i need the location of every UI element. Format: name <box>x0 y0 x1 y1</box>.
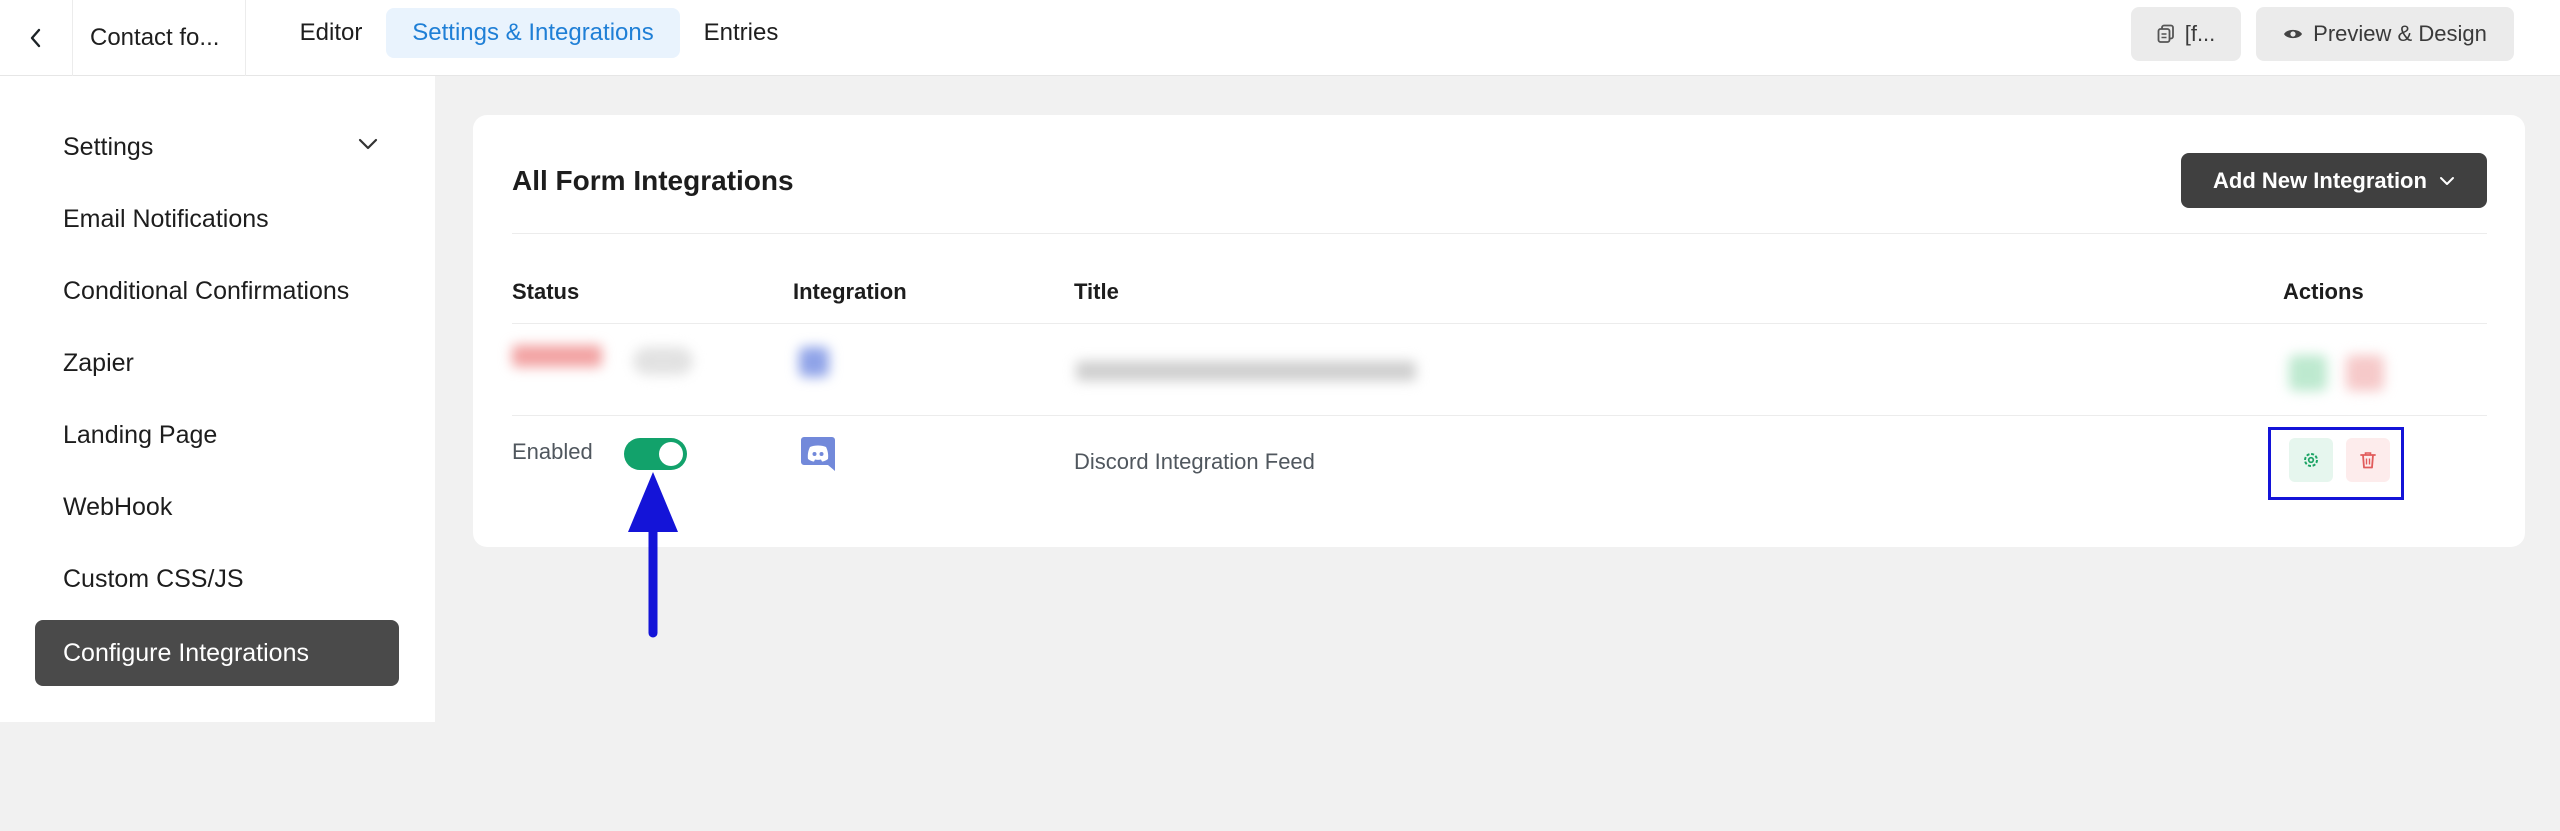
form-name: Contact fo... <box>74 0 246 76</box>
add-new-integration-label: Add New Integration <box>2213 167 2427 193</box>
tab-settings-integrations[interactable]: Settings & Integrations <box>386 8 680 58</box>
integrations-card: All Form Integrations Add New Integratio… <box>473 115 2525 547</box>
column-header-actions: Actions <box>2283 279 2364 304</box>
back-button[interactable] <box>0 0 73 76</box>
sidebar-item-email-notifications[interactable]: Email Notifications <box>35 186 399 252</box>
status-toggle[interactable] <box>624 438 687 470</box>
sidebar-item-label: Settings <box>63 132 154 161</box>
copy-icon <box>2157 24 2174 43</box>
annotation-arrow-icon <box>628 472 678 638</box>
blurred-title <box>1076 361 1416 381</box>
toggle-knob <box>659 442 683 466</box>
preview-design-label: Preview & Design <box>2313 21 2487 46</box>
shortcode-label: [f... <box>2184 21 2216 46</box>
sidebar-item-conditional-confirmations[interactable]: Conditional Confirmations <box>35 258 399 324</box>
chevron-down-icon <box>2439 176 2454 185</box>
divider <box>512 415 2487 416</box>
top-bar: Contact fo... Editor Settings & Integrat… <box>0 0 2560 76</box>
blurred-status <box>512 345 602 367</box>
blurred-action <box>2289 355 2327 391</box>
column-header-status: Status <box>512 279 580 304</box>
eye-icon <box>2284 29 2303 39</box>
actions-highlight-box <box>2268 427 2404 500</box>
divider <box>512 233 2487 234</box>
shortcode-button[interactable]: [f... <box>2131 7 2241 61</box>
sidebar-item-configure-integrations[interactable]: Configure Integrations <box>35 620 399 686</box>
discord-icon <box>801 437 835 471</box>
sidebar-item-zapier[interactable]: Zapier <box>35 330 399 396</box>
add-new-integration-button[interactable]: Add New Integration <box>2181 153 2487 208</box>
settings-sidebar: Settings Email Notifications Conditional… <box>0 76 435 722</box>
column-header-integration: Integration <box>793 279 907 304</box>
tab-editor[interactable]: Editor <box>282 8 380 58</box>
sidebar-item-settings[interactable]: Settings <box>35 114 399 180</box>
blurred-toggle <box>633 347 693 375</box>
integration-title: Discord Integration Feed <box>1074 449 1315 474</box>
page-title: All Form Integrations <box>512 165 794 196</box>
blurred-icon <box>799 347 829 377</box>
divider <box>512 323 2487 324</box>
status-label: Enabled <box>512 439 593 464</box>
preview-design-button[interactable]: Preview & Design <box>2256 7 2514 61</box>
tab-entries[interactable]: Entries <box>690 8 792 58</box>
blurred-action <box>2346 355 2384 391</box>
sidebar-item-landing-page[interactable]: Landing Page <box>35 402 399 468</box>
chevron-down-icon <box>358 138 378 150</box>
sidebar-item-custom-css-js[interactable]: Custom CSS/JS <box>35 546 399 612</box>
chevron-left-icon <box>30 28 41 48</box>
sidebar-item-webhook[interactable]: WebHook <box>35 474 399 540</box>
column-header-title: Title <box>1074 279 1119 304</box>
